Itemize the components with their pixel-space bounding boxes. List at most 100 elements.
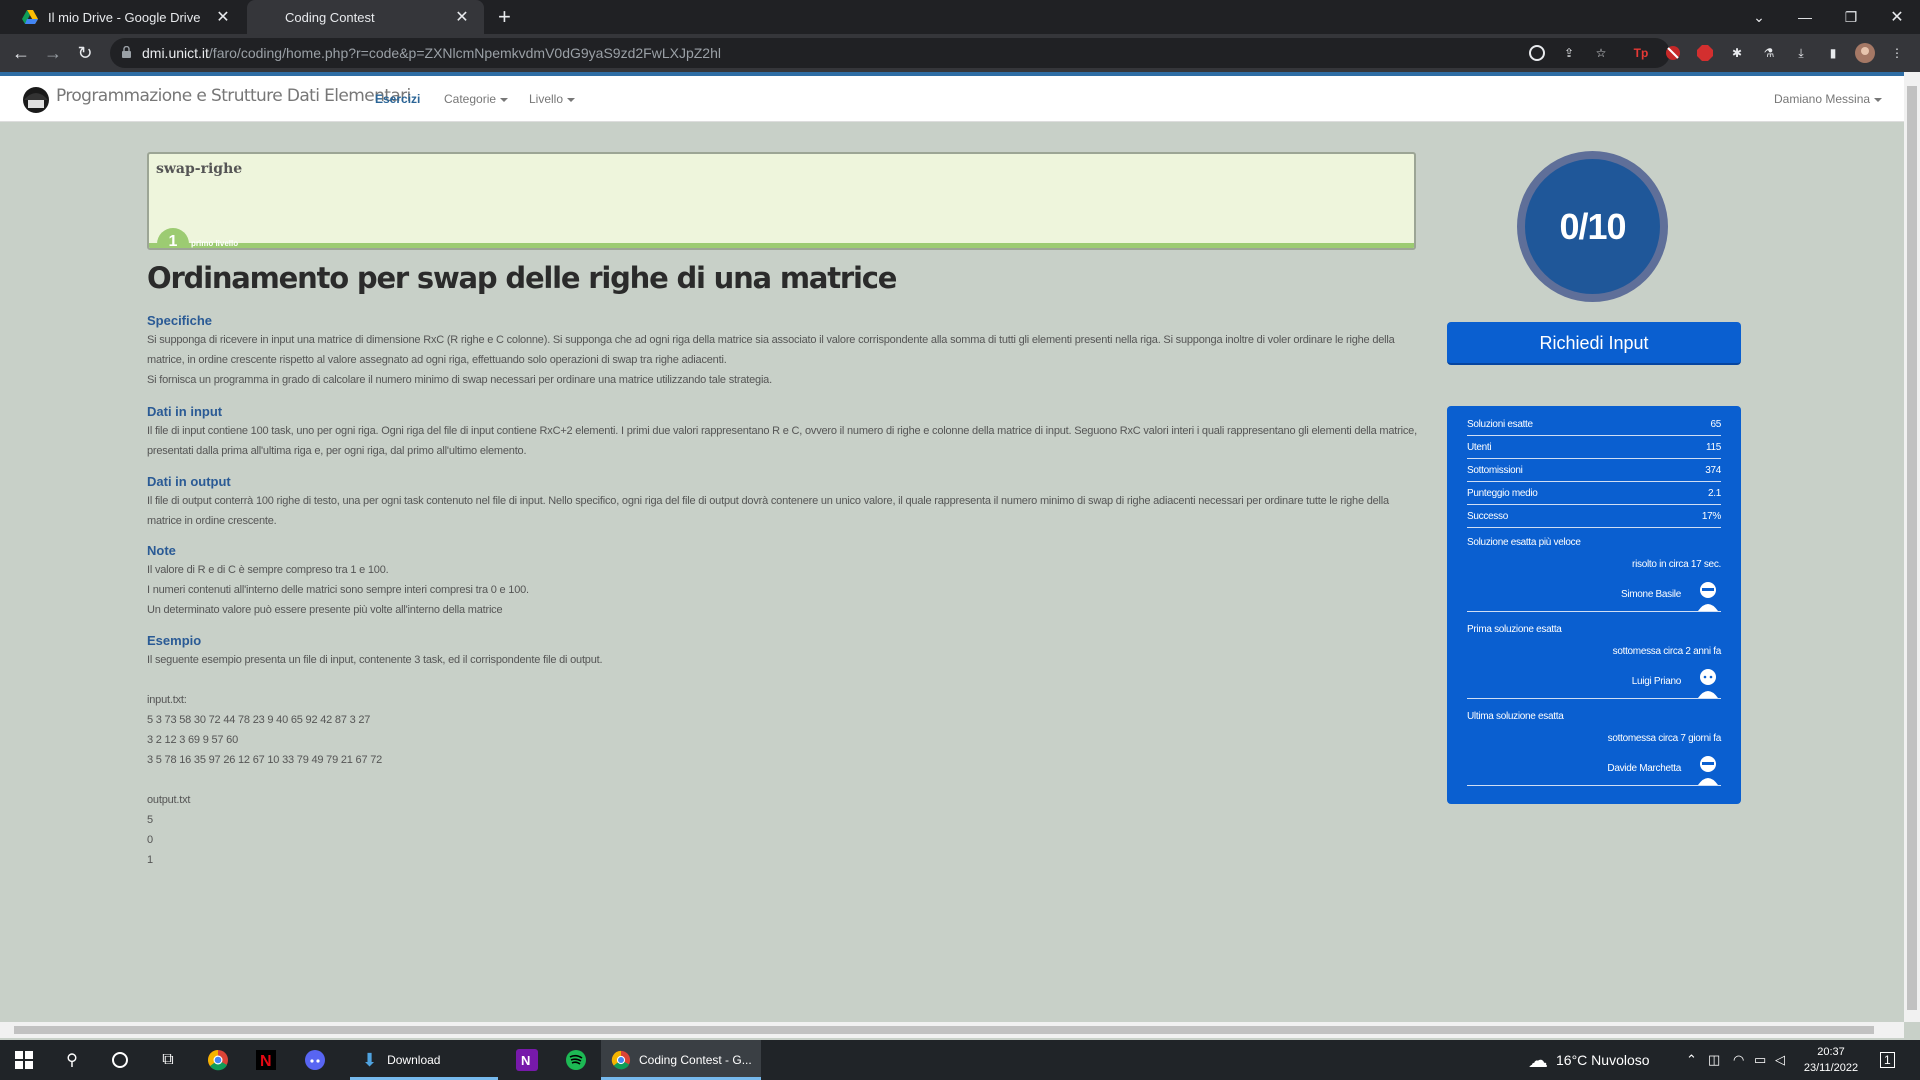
cortana-circle-icon[interactable]	[108, 1048, 132, 1072]
stat-label: Utenti	[1467, 442, 1492, 453]
extensions-puzzle-icon[interactable]: ✱	[1727, 43, 1747, 63]
discord-icon[interactable]	[303, 1048, 327, 1072]
blocked-extension-icon[interactable]	[1663, 43, 1683, 63]
spotify-icon[interactable]	[564, 1048, 588, 1072]
heading-dati-input: Dati in input	[147, 404, 223, 419]
close-tab-icon[interactable]: ✕	[215, 7, 231, 27]
windows-start-icon[interactable]	[12, 1048, 36, 1072]
last-user: Davide Marchetta	[1467, 752, 1721, 786]
stat-value: 65	[1710, 419, 1721, 430]
network-icon[interactable]: ◫	[1708, 1040, 1720, 1080]
dati-input-text: Il file di input contiene 100 task, uno …	[147, 421, 1417, 461]
notifications-icon[interactable]: 1	[1880, 1040, 1895, 1080]
paragraph: Il seguente esempio presenta un file di …	[147, 654, 603, 666]
tab-google-drive[interactable]: Il mio Drive - Google Drive ✕	[8, 0, 245, 34]
brand-logo-icon[interactable]	[20, 82, 52, 114]
nav-livello[interactable]: Livello	[529, 92, 576, 106]
heading-note: Note	[147, 543, 176, 558]
taskbar-download-app[interactable]: ⬇ Download	[350, 1040, 498, 1080]
input-line: 3 2 12 3 69 9 57 60	[147, 734, 239, 746]
nav-label: Livello	[529, 92, 564, 106]
page-title: Ordinamento per swap delle righe di una …	[147, 261, 897, 295]
clock-time: 20:37	[1817, 1046, 1845, 1058]
esempio-text: Il seguente esempio presenta un file di …	[147, 650, 1417, 870]
url-host: dmi.unict.it	[142, 45, 209, 61]
user-name[interactable]: Simone Basile	[1621, 589, 1681, 600]
scroll-thumb[interactable]	[14, 1026, 1874, 1034]
download-icon[interactable]: ⤓	[1791, 43, 1811, 63]
paragraph: Si supponga di ricevere in input una mat…	[147, 334, 1395, 366]
user-menu[interactable]: Damiano Messina	[1774, 92, 1883, 106]
stat-value: 2.1	[1707, 488, 1721, 499]
google-icon[interactable]	[1527, 43, 1547, 63]
stats-panel: Soluzioni esatte 65 Utenti 115 Sottomissio…	[1447, 406, 1741, 804]
caret-down-icon	[1874, 97, 1883, 102]
address-bar[interactable]: dmi.unict.it/faro/coding/home.php?r=code…	[110, 38, 1670, 68]
nav-esercizi[interactable]: Esercizi	[375, 92, 420, 106]
wifi-icon[interactable]: ◠	[1733, 1040, 1744, 1080]
paragraph: Il file di output conterrà 100 righe di …	[147, 495, 1389, 527]
site-navbar: Programmazione e Strutture Dati Elementa…	[0, 76, 1904, 122]
paragraph: Un determinato valore può essere present…	[147, 604, 503, 616]
user-name[interactable]: Luigi Priano	[1632, 676, 1682, 687]
brand-title[interactable]: Programmazione e Strutture Dati Elementa…	[56, 86, 411, 106]
input-line: 5 3 73 58 30 72 44 78 23 9 40 65 92 42 8…	[147, 714, 371, 726]
last-label: Ultima soluzione esatta	[1467, 711, 1564, 722]
netflix-icon[interactable]: N	[254, 1048, 278, 1072]
volume-icon[interactable]: ◁	[1775, 1040, 1785, 1080]
download-arrow-icon: ⬇	[362, 1049, 378, 1070]
system-clock[interactable]: 20:37 23/11/2022	[1792, 1044, 1870, 1076]
stat-value: 17%	[1701, 511, 1721, 522]
user-name: Damiano Messina	[1774, 92, 1871, 106]
adblock-icon[interactable]	[1695, 43, 1715, 63]
close-window-icon[interactable]: ✕	[1874, 0, 1920, 34]
restore-icon[interactable]: ❐	[1828, 0, 1874, 34]
fastest-detail: risolto in circa 17 sec.	[1632, 559, 1721, 570]
chrome-icon[interactable]	[206, 1048, 230, 1072]
fastest-label: Soluzione esatta più veloce	[1467, 537, 1581, 548]
close-tab-icon[interactable]: ✕	[454, 7, 470, 27]
notification-count: 1	[1880, 1052, 1895, 1068]
vertical-scrollbar[interactable]	[1904, 72, 1920, 1022]
bookmark-star-icon[interactable]: ☆	[1591, 43, 1611, 63]
tab-coding-contest[interactable]: Coding Contest ✕	[247, 0, 484, 34]
tp-extension-icon[interactable]: Tp	[1631, 43, 1651, 63]
heading-specifiche: Specifiche	[147, 313, 213, 328]
stat-row: Successo 17%	[1467, 506, 1721, 528]
profile-avatar-icon[interactable]	[1855, 43, 1875, 63]
lock-icon	[122, 46, 131, 58]
app-label: Download	[387, 1053, 441, 1067]
nav-label: Categorie	[444, 92, 497, 106]
reload-icon[interactable]: ↻	[74, 42, 96, 64]
stat-row: Soluzioni esatte 65	[1467, 414, 1721, 436]
scroll-thumb[interactable]	[1907, 86, 1917, 1010]
note-text: Il valore di R e di C è sempre compreso …	[147, 560, 1417, 620]
search-icon[interactable]: ⚲	[60, 1048, 84, 1072]
weather-widget[interactable]: ☁ 16°C Nuvoloso	[1528, 1040, 1650, 1080]
level-badge: 1	[157, 228, 189, 248]
svg-text:N: N	[260, 1053, 272, 1070]
lab-flask-icon[interactable]: ⚗	[1759, 43, 1779, 63]
side-panel-icon[interactable]: ▮	[1823, 43, 1843, 63]
dati-output-text: Il file di output conterrà 100 righe di …	[147, 491, 1417, 531]
taskbar-chrome-app[interactable]: Coding Contest - G...	[601, 1040, 761, 1080]
tab-search-chevron-icon[interactable]: ⌄	[1736, 0, 1782, 34]
user-avatar-icon	[1698, 755, 1718, 785]
minimize-icon[interactable]: —	[1782, 0, 1828, 34]
new-tab-plus-icon[interactable]: +	[498, 4, 511, 30]
back-arrow-icon[interactable]: ←	[10, 42, 32, 64]
task-view-icon[interactable]: ⧉	[156, 1048, 180, 1072]
request-input-button[interactable]: Richiedi Input	[1447, 322, 1741, 365]
share-icon[interactable]: ⇪	[1559, 43, 1579, 63]
tray-chevron-icon[interactable]: ⌃	[1686, 1040, 1697, 1080]
battery-icon[interactable]: ▭	[1754, 1040, 1766, 1080]
google-drive-icon	[22, 10, 38, 24]
user-name[interactable]: Davide Marchetta	[1607, 763, 1681, 774]
forward-arrow-icon[interactable]: →	[42, 42, 64, 64]
horizontal-scrollbar[interactable]	[0, 1022, 1904, 1038]
onenote-icon[interactable]: N	[515, 1048, 539, 1072]
chrome-icon	[611, 1050, 631, 1070]
menu-kebab-icon[interactable]: ⋮	[1887, 43, 1907, 63]
nav-categorie[interactable]: Categorie	[444, 92, 509, 106]
